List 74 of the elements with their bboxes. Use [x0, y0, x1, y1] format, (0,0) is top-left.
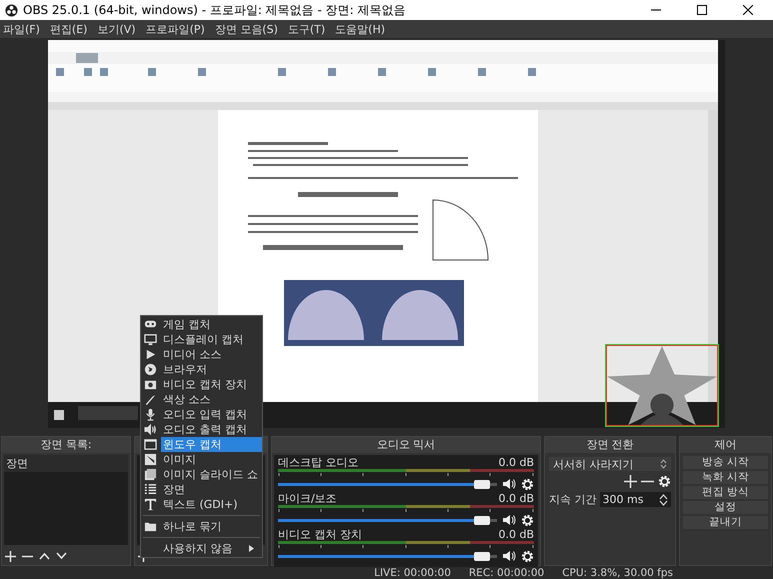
source-type-icon [144, 333, 157, 346]
app-logo-icon [5, 4, 18, 16]
menu-item[interactable]: 프로파일(P) [146, 22, 205, 36]
transition-select[interactable]: 서서히 사라지기 [549, 457, 671, 471]
add-icon[interactable] [5, 550, 16, 562]
menu-item[interactable]: 이미지 [141, 452, 262, 467]
duration-label: 지속 기간 [549, 492, 596, 507]
up-icon[interactable] [39, 552, 50, 560]
dock-title: 제어 [680, 437, 771, 453]
source-type-icon [144, 423, 157, 436]
channel-reading: 0.0 dB [498, 529, 534, 541]
menu-item[interactable]: 텍스트 (GDI+) [141, 497, 262, 512]
menu-item[interactable]: 오디오 입력 캡처 [141, 407, 262, 422]
spin-arrows-icon[interactable] [659, 494, 668, 506]
cpu-stats: CPU: 3.8%, 30.00 fps [562, 566, 673, 578]
menu-item[interactable]: 색상 소스 [141, 392, 262, 407]
channel-name: 데스크탑 오디오 [278, 457, 358, 469]
dock-title: 오디오 믹서 [272, 437, 540, 453]
source-type-icon [144, 348, 157, 361]
menu-item[interactable]: 사용하지 않음 [141, 541, 262, 556]
settings-icon[interactable] [521, 514, 534, 526]
source-type-icon [144, 408, 157, 421]
source-type-icon [144, 498, 157, 511]
rec-time: REC: 00:00:00 [468, 566, 544, 578]
source-type-icon [144, 468, 157, 481]
menu-item[interactable]: 비디오 캡처 장치 [141, 377, 262, 392]
speaker-icon[interactable] [502, 550, 516, 562]
channel-name: 비디오 캡처 장치 [278, 529, 362, 541]
add-icon[interactable] [624, 475, 637, 488]
speaker-icon[interactable] [502, 478, 516, 490]
menu-item[interactable]: 장면 [141, 482, 262, 497]
menu-item[interactable]: 디스플레이 캡처 [141, 332, 262, 347]
dock-title: 장면 전환 [545, 437, 675, 453]
control-button[interactable]: 설정 [683, 501, 768, 514]
source-type-icon [144, 363, 157, 376]
quarter-circle-diagram [432, 200, 488, 260]
menu-item[interactable]: 브라우저 [141, 362, 262, 377]
menu-item[interactable]: 하나로 묶기 [141, 519, 262, 534]
close-icon[interactable] [743, 5, 753, 15]
menu-item[interactable]: 장면 모음(S) [214, 22, 278, 36]
channel-reading: 0.0 dB [498, 493, 534, 505]
source-type-icon [144, 453, 157, 466]
source-type-icon [144, 520, 157, 533]
menu-item[interactable]: 파일(F) [3, 22, 40, 36]
menu-item[interactable]: 게임 캡처 [141, 317, 262, 332]
settings-icon[interactable] [521, 478, 534, 490]
maximize-icon[interactable] [697, 5, 707, 15]
menu-item[interactable]: 오디오 출력 캡처 [141, 422, 262, 437]
window-title: OBS 25.0.1 (64-bit, windows) - 프로파일: 제목없음 - 장면: 제목없음 [23, 2, 407, 18]
menu-item[interactable]: 도움말(H) [335, 22, 386, 36]
menu-item[interactable]: 이미지 슬라이드 쇼 [141, 467, 262, 482]
duration-field[interactable]: 300 ms [600, 492, 671, 507]
down-icon[interactable] [56, 552, 67, 560]
scene-item[interactable]: 장면 [4, 455, 128, 472]
control-button[interactable]: 녹화 시작 [683, 471, 768, 484]
source-type-icon [144, 378, 157, 391]
source-type-icon [144, 438, 157, 451]
menu-item[interactable]: 미디어 소스 [141, 347, 262, 362]
control-button[interactable]: 편집 방식 [683, 486, 768, 499]
control-button[interactable]: 끝내기 [683, 516, 768, 529]
source-type-icon [144, 393, 157, 406]
menu-item[interactable]: 편집(E) [50, 22, 88, 36]
settings-icon[interactable] [658, 475, 671, 488]
settings-icon[interactable] [521, 550, 534, 562]
live-time: LIVE: 00:00:00 [374, 566, 451, 578]
channel-name: 마이크/보조 [278, 493, 337, 505]
control-button[interactable]: 방송 시작 [683, 456, 768, 469]
channel-reading: 0.0 dB [498, 457, 534, 469]
source-type-icon [144, 483, 157, 496]
speaker-icon[interactable] [502, 514, 516, 526]
menu-item[interactable]: 도구(T) [288, 22, 326, 36]
menu-item[interactable]: 보기(V) [97, 22, 136, 36]
spin-icon [660, 459, 667, 469]
dock-title: 장면 목록: [2, 437, 130, 453]
